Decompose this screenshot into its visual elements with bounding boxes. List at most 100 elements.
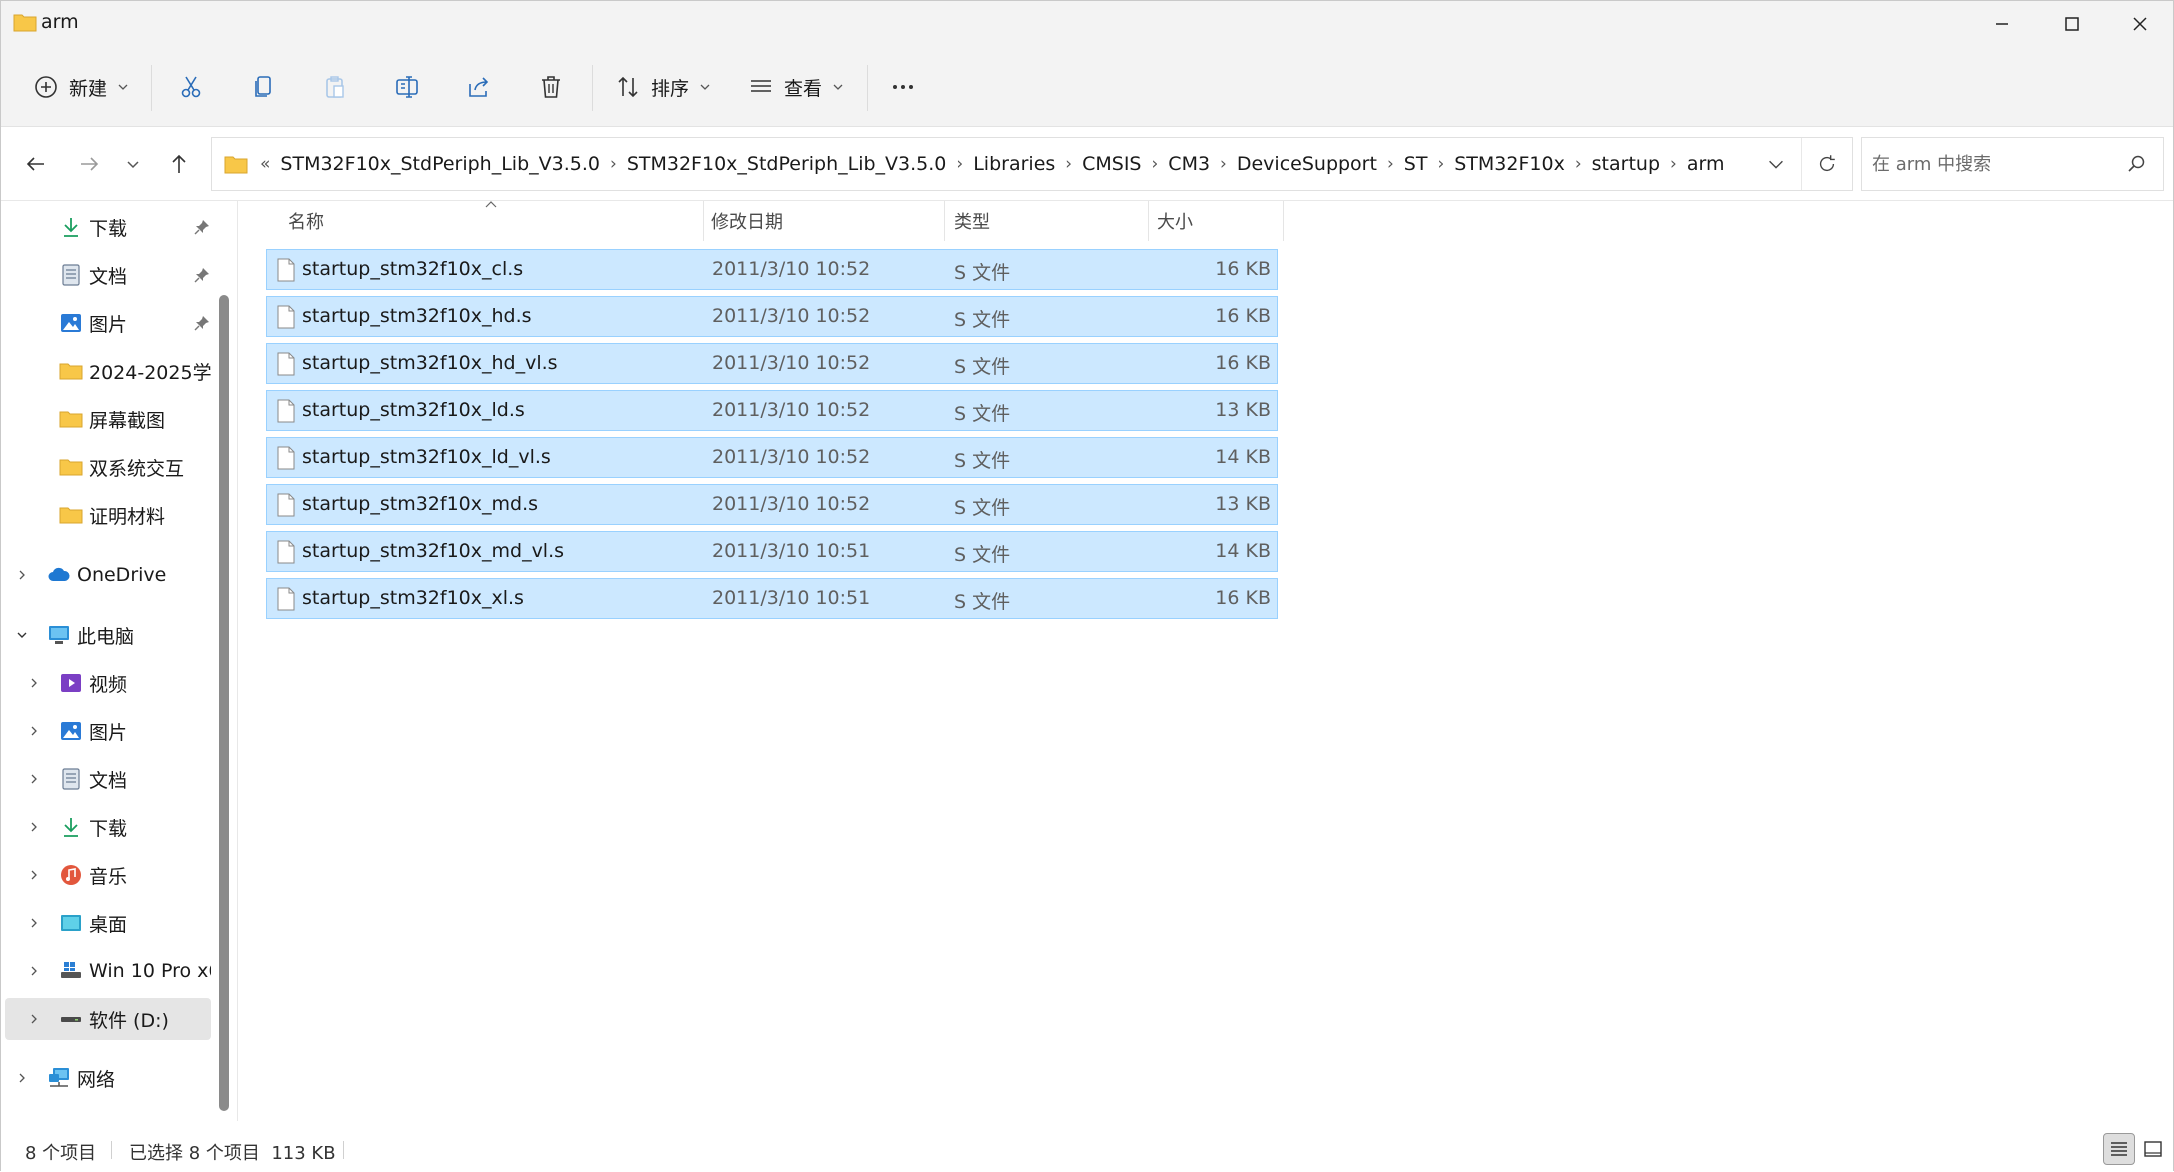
sidebar-item-system-drive[interactable]: Win 10 Pro x64 [5, 950, 211, 992]
chevron-right-icon[interactable]: › [1147, 154, 1162, 174]
breadcrumb-item[interactable]: Libraries [967, 153, 1061, 175]
file-row[interactable]: startup_stm32f10x_hd.s 2011/3/10 10:52 S… [266, 296, 1278, 337]
file-row[interactable]: startup_stm32f10x_hd_vl.s 2011/3/10 10:5… [266, 343, 1278, 384]
sidebar-item-label: 桌面 [89, 913, 128, 936]
column-header-size[interactable]: 大小 [1157, 201, 1193, 241]
sidebar-item-documents[interactable]: 文档 [5, 254, 211, 296]
back-button[interactable] [21, 149, 51, 179]
sidebar-item-folder[interactable]: 屏幕截图 [5, 398, 211, 440]
chevron-right-icon[interactable] [27, 1012, 41, 1026]
breadcrumb-item[interactable]: CMSIS [1076, 153, 1147, 175]
chevron-right-icon[interactable] [15, 568, 29, 582]
column-divider[interactable] [1283, 201, 1284, 241]
chevron-right-icon[interactable]: › [1666, 154, 1681, 174]
maximize-button[interactable] [2037, 1, 2107, 47]
chevron-right-icon[interactable] [15, 1071, 29, 1085]
chevron-down-icon [127, 161, 139, 169]
chevron-right-icon[interactable] [27, 724, 41, 738]
sidebar-item-music[interactable]: 音乐 [5, 854, 211, 896]
large-icons-view-button[interactable] [2137, 1133, 2169, 1165]
up-button[interactable] [164, 149, 194, 179]
sidebar-item-desktop[interactable]: 桌面 [5, 902, 211, 944]
file-row[interactable]: startup_stm32f10x_md_vl.s 2011/3/10 10:5… [266, 531, 1278, 572]
sidebar-item-onedrive[interactable]: OneDrive [5, 554, 211, 596]
sidebar-item-pictures[interactable]: 图片 [5, 710, 211, 752]
sidebar-item-network[interactable]: 网络 [5, 1057, 211, 1099]
file-row[interactable]: startup_stm32f10x_md.s 2011/3/10 10:52 S… [266, 484, 1278, 525]
status-divider [111, 1141, 112, 1159]
sidebar-item-this-pc[interactable]: 此电脑 [5, 614, 211, 656]
sidebar-item-documents[interactable]: 文档 [5, 758, 211, 800]
copy-button[interactable] [250, 67, 276, 107]
breadcrumb-item[interactable]: STM32F10x_StdPeriph_Lib_V3.5.0 [274, 153, 606, 175]
column-divider[interactable] [703, 201, 704, 241]
sort-button[interactable]: 排序 [615, 67, 711, 107]
rename-button[interactable] [394, 67, 420, 107]
chevron-right-icon[interactable] [27, 772, 41, 786]
chevron-right-icon[interactable]: › [1061, 154, 1076, 174]
sidebar-item-downloads[interactable]: 下载 [5, 206, 211, 248]
column-header-name[interactable]: 名称 [288, 201, 324, 241]
chevron-down-icon[interactable] [15, 628, 29, 642]
search-input[interactable] [1870, 152, 2114, 176]
column-header-date[interactable]: 修改日期 [711, 201, 783, 241]
paste-button[interactable] [322, 67, 348, 107]
breadcrumb-item-current[interactable]: arm [1681, 153, 1731, 175]
delete-button[interactable] [538, 67, 564, 107]
file-row[interactable]: startup_stm32f10x_ld.s 2011/3/10 10:52 S… [266, 390, 1278, 431]
overflow-chevron[interactable]: « [256, 154, 274, 174]
arrow-left-icon [26, 157, 44, 171]
sidebar-item-downloads[interactable]: 下载 [5, 806, 211, 848]
sidebar-item-drive-d[interactable]: 软件 (D:) [5, 998, 211, 1040]
sidebar-item-label: OneDrive [77, 564, 167, 586]
column-header-label: 类型 [954, 212, 990, 233]
new-button[interactable]: 新建 [33, 67, 129, 107]
column-divider[interactable] [1148, 201, 1149, 241]
file-size: 14 KB [1215, 446, 1271, 468]
chevron-right-icon[interactable] [27, 916, 41, 930]
breadcrumb-item[interactable]: ST [1398, 153, 1434, 175]
chevron-right-icon[interactable] [27, 964, 41, 978]
sidebar-scrollbar[interactable] [219, 295, 229, 1111]
column-header-type[interactable]: 类型 [954, 201, 990, 241]
file-row[interactable]: startup_stm32f10x_xl.s 2011/3/10 10:51 S… [266, 578, 1278, 619]
breadcrumb-item[interactable]: STM32F10x_StdPeriph_Lib_V3.5.0 [621, 153, 953, 175]
recent-locations-button[interactable] [118, 149, 148, 179]
breadcrumb-item[interactable]: CM3 [1162, 153, 1216, 175]
breadcrumb-item[interactable]: STM32F10x [1448, 153, 1571, 175]
refresh-button[interactable] [1801, 138, 1852, 190]
close-button[interactable] [2105, 1, 2174, 47]
sidebar-item-folder[interactable]: 双系统交互 [5, 446, 211, 488]
search-icon[interactable] [2127, 154, 2147, 174]
share-button[interactable] [466, 67, 492, 107]
sidebar-item-pictures[interactable]: 图片 [5, 302, 211, 344]
breadcrumb-item[interactable]: startup [1586, 153, 1666, 175]
more-options-button[interactable] [890, 67, 916, 107]
forward-button[interactable] [74, 149, 104, 179]
file-type: S 文件 [954, 309, 1011, 331]
chevron-right-icon[interactable] [27, 820, 41, 834]
address-bar[interactable]: « STM32F10x_StdPeriph_Lib_V3.5.0 › STM32… [211, 137, 1853, 191]
chevron-right-icon[interactable]: › [1216, 154, 1231, 174]
chevron-right-icon[interactable] [27, 676, 41, 690]
file-row[interactable]: startup_stm32f10x_ld_vl.s 2011/3/10 10:5… [266, 437, 1278, 478]
chevron-right-icon[interactable]: › [952, 154, 967, 174]
chevron-right-icon[interactable] [27, 868, 41, 882]
scissors-icon [181, 76, 201, 98]
chevron-right-icon[interactable]: › [606, 154, 621, 174]
details-view-button[interactable] [2103, 1133, 2135, 1165]
sidebar-item-folder[interactable]: 2024-2025学年 [5, 350, 211, 392]
sidebar-item-videos[interactable]: 视频 [5, 662, 211, 704]
column-divider[interactable] [944, 201, 945, 241]
view-button[interactable]: 查看 [748, 67, 844, 107]
breadcrumb-item[interactable]: DeviceSupport [1231, 153, 1383, 175]
file-row[interactable]: startup_stm32f10x_cl.s 2011/3/10 10:52 S… [266, 249, 1278, 290]
chevron-right-icon[interactable]: › [1383, 154, 1398, 174]
chevron-right-icon[interactable]: › [1433, 154, 1448, 174]
sidebar-item-folder[interactable]: 证明材料 [5, 494, 211, 536]
file-size: 14 KB [1215, 540, 1271, 562]
chevron-right-icon[interactable]: › [1571, 154, 1586, 174]
cut-button[interactable] [178, 67, 204, 107]
address-history-button[interactable] [1751, 138, 1801, 190]
minimize-button[interactable] [1967, 1, 2037, 47]
